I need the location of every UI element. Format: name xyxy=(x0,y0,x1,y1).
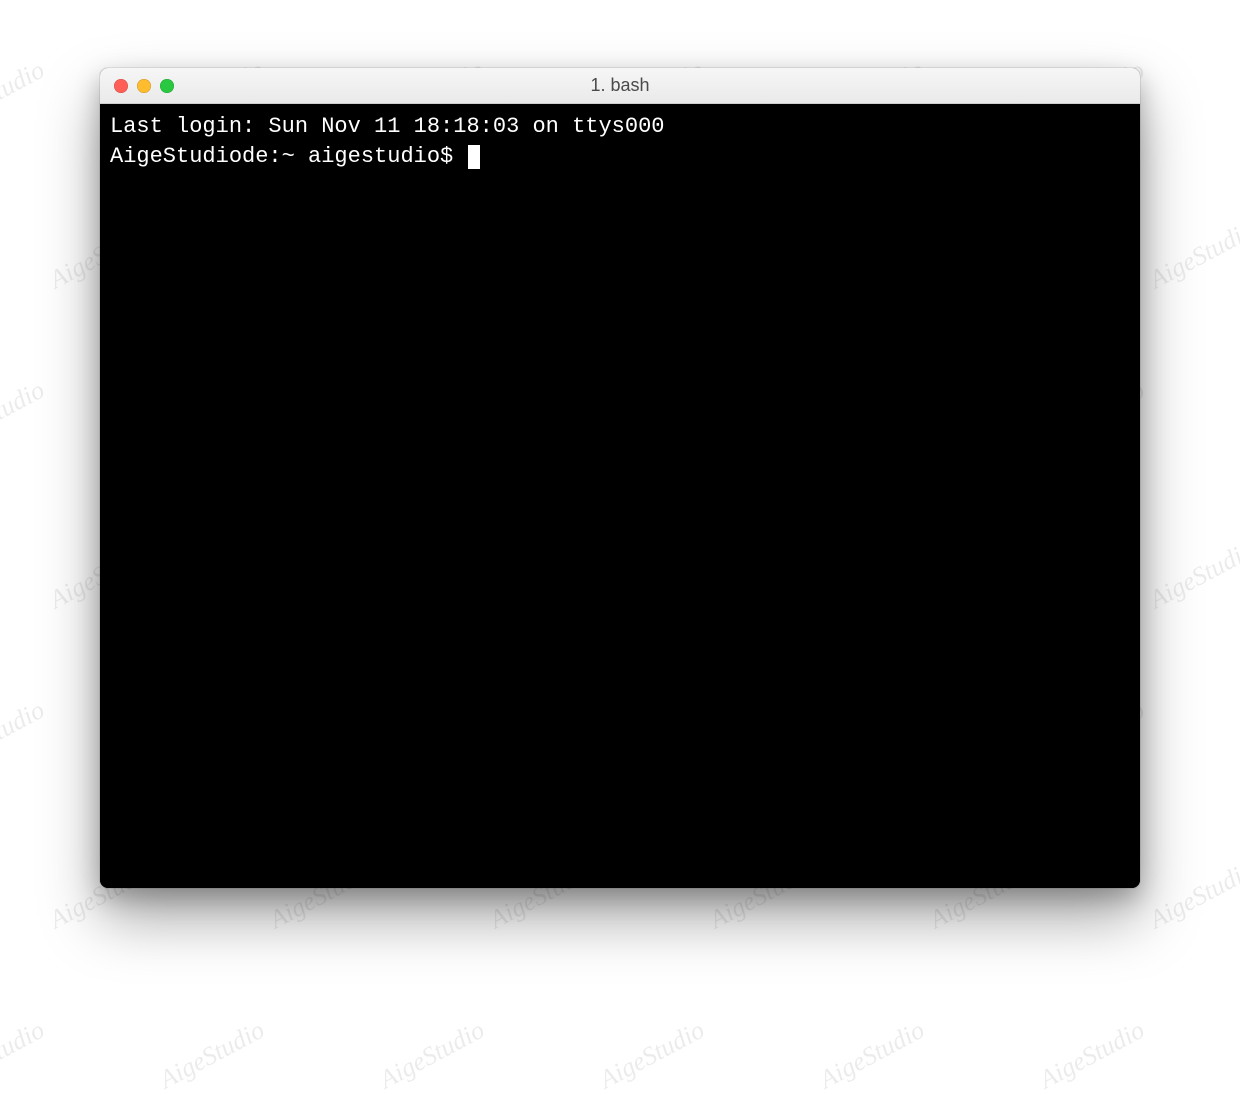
watermark-text: AigeStudio xyxy=(0,1015,49,1095)
terminal-window: 1. bash Last login: Sun Nov 11 18:18:03 … xyxy=(100,68,1140,888)
window-title: 1. bash xyxy=(100,75,1140,96)
watermark-text: AigeStudio xyxy=(815,1015,930,1095)
watermark-text: AigeStudio xyxy=(1145,535,1240,615)
watermark-text: AigeStudio xyxy=(155,1015,270,1095)
shell-prompt: AigeStudiode:~ aigestudio$ xyxy=(110,144,466,169)
watermark-text: AigeStudio xyxy=(1145,215,1240,295)
last-login-text: Last login: Sun Nov 11 18:18:03 on ttys0… xyxy=(110,114,665,139)
watermark-text: AigeStudio xyxy=(1035,1015,1150,1095)
watermark-text: AigeStudio xyxy=(0,55,49,135)
traffic-lights xyxy=(114,79,174,93)
watermark-text: AigeStudio xyxy=(595,1015,710,1095)
cursor-icon xyxy=(468,145,480,169)
close-icon[interactable] xyxy=(114,79,128,93)
window-titlebar[interactable]: 1. bash xyxy=(100,68,1140,104)
watermark-text: AigeStudio xyxy=(1145,855,1240,935)
watermark-text: AigeStudio xyxy=(0,375,49,455)
watermark-text: AigeStudio xyxy=(0,695,49,775)
zoom-icon[interactable] xyxy=(160,79,174,93)
watermark-text: AigeStudio xyxy=(375,1015,490,1095)
minimize-icon[interactable] xyxy=(137,79,151,93)
terminal-body[interactable]: Last login: Sun Nov 11 18:18:03 on ttys0… xyxy=(100,104,1140,888)
